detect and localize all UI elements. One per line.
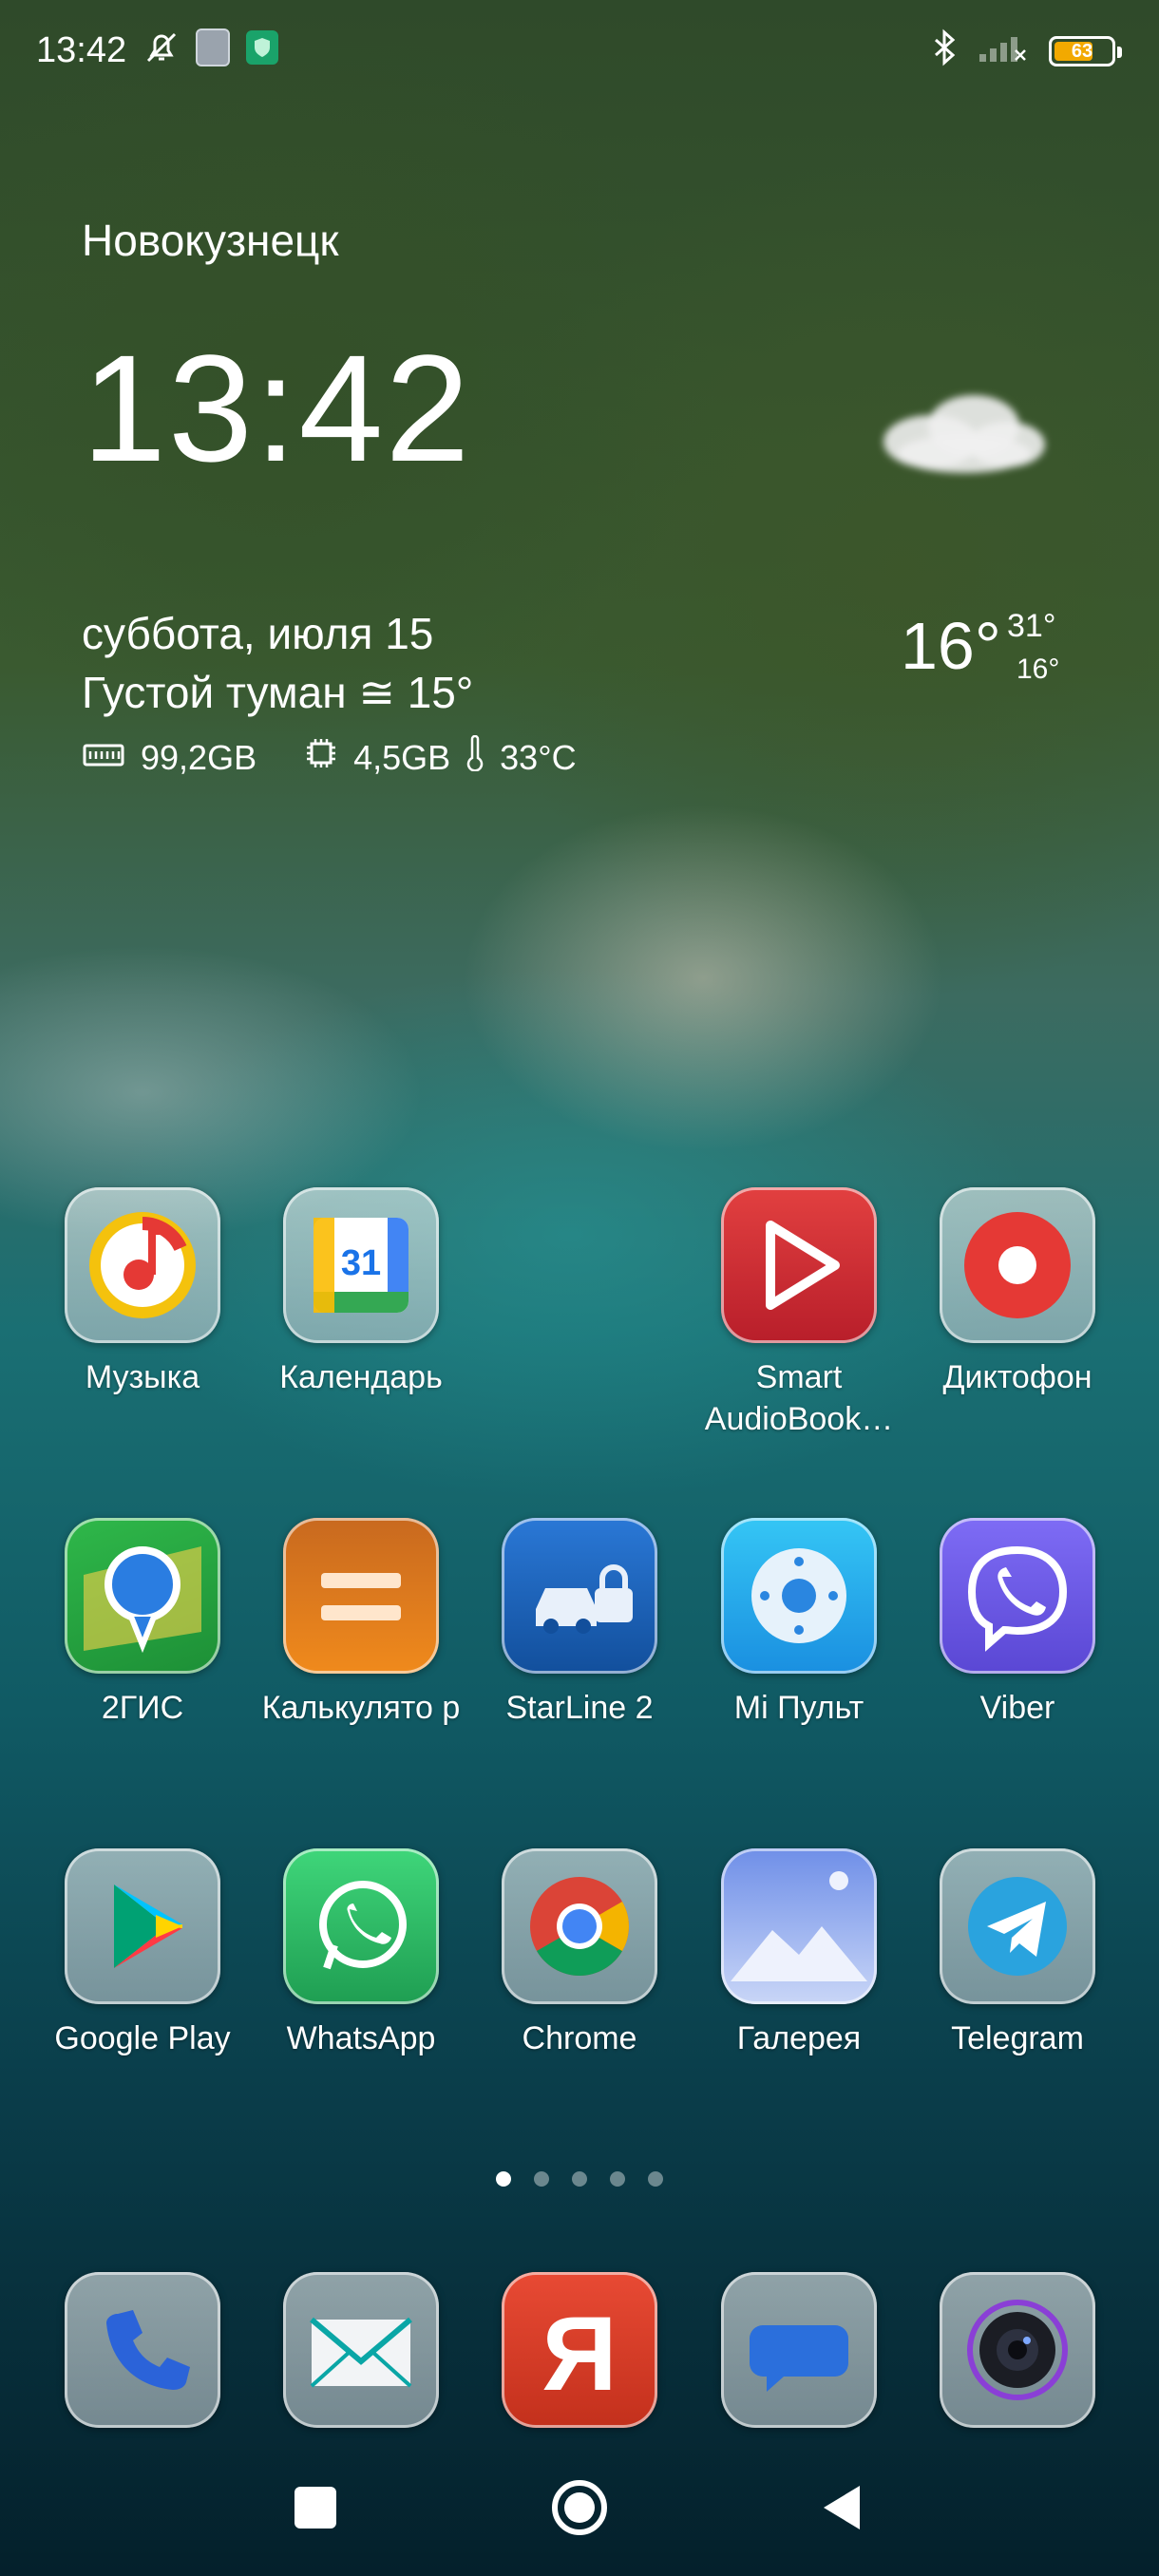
app-viber[interactable]: Viber [913,1518,1122,1729]
signal-icon [977,28,1028,66]
ram-chip-icon [304,736,338,779]
page-indicator[interactable] [0,2171,1159,2187]
app-label: WhatsApp [286,2020,436,2056]
page-dot[interactable] [572,2171,587,2187]
weather-condition-text: Густой туман [82,668,347,717]
viber-icon [940,1518,1095,1674]
svg-text:Я: Я [542,2296,617,2413]
temp-current: 16° [901,609,1001,683]
navigation-bar [0,2460,1159,2555]
battery-level: 63 [1071,41,1093,62]
app-google-play[interactable]: Google Play [38,1848,247,2059]
app-calendar[interactable]: 31 Календарь [256,1187,466,1398]
app-label: Chrome [522,2020,637,2056]
page-dot[interactable] [648,2171,663,2187]
mail-icon [283,2272,439,2428]
app-mi-remote[interactable]: Mi Пульт [694,1518,903,1729]
recorder-icon [940,1187,1095,1343]
calendar-icon: 31 [283,1187,439,1343]
status-time: 13:42 [36,30,127,70]
square-icon [294,2487,336,2529]
dock-mail[interactable] [256,2272,466,2428]
app-label: Галерея [736,2020,862,2056]
app-label: Google Play [54,2020,231,2056]
thermometer-icon [466,734,484,780]
starline-icon [502,1518,657,1674]
back-triangle-icon [824,2486,860,2529]
dock-yandex[interactable]: Я [475,2272,684,2428]
app-label: 2ГИС [101,1690,184,1726]
camera-icon [940,2272,1095,2428]
shield-icon [243,28,281,66]
bell-off-icon [141,28,182,66]
app-music[interactable]: Музыка [38,1187,247,1398]
app-whatsapp[interactable]: WhatsApp [256,1848,466,2059]
page-dot[interactable] [496,2171,511,2187]
dock-phone[interactable] [38,2272,247,2428]
weather-condition[interactable]: Густой туман ≅ 15° [82,667,473,718]
battery-icon: 63 [1049,36,1122,66]
sim-icon [194,28,232,66]
cpu-temp-value: 33°C [500,737,577,777]
ram-value: 4,5GB [353,737,451,777]
back-button[interactable] [794,2460,889,2555]
svg-text:31: 31 [341,1243,381,1283]
device-stats: 99,2GB 4,5GB 33°C [82,734,577,780]
2gis-icon [65,1518,220,1674]
weather-condition-temp: 15° [407,668,474,717]
app-label: Smart AudioBook… [704,1359,894,1437]
city-name[interactable]: Новокузнецк [82,215,339,266]
app-recorder[interactable]: Диктофон [913,1187,1122,1398]
bluetooth-icon [927,28,961,66]
widget-clock[interactable]: 13:42 [82,332,471,484]
app-calculator[interactable]: Калькулято р [256,1518,466,1729]
remote-icon [721,1518,877,1674]
app-smart-audiobook[interactable]: Smart AudioBook… [694,1187,903,1440]
app-chrome[interactable]: Chrome [475,1848,684,2059]
dock-messages[interactable] [694,2272,903,2428]
home-button[interactable] [532,2460,627,2555]
app-label: Калькулято р [261,1690,461,1726]
app-label: Музыка [85,1359,200,1395]
calculator-icon [283,1518,439,1674]
fog-icon: ≅ [358,668,408,717]
storage-value: 99,2GB [141,737,257,777]
widget-date[interactable]: суббота, июля 15 [82,608,433,659]
app-label: Telegram [951,2020,1084,2056]
phone-icon [65,2272,220,2428]
telegram-icon [940,1848,1095,2004]
gallery-icon [721,1848,877,2004]
app-telegram[interactable]: Telegram [913,1848,1122,2059]
home-circle-icon [552,2480,607,2535]
dock-camera[interactable] [913,2272,1122,2428]
app-starline[interactable]: StarLine 2 [475,1518,684,1729]
play-store-icon [65,1848,220,2004]
page-dot[interactable] [534,2171,549,2187]
app-label: Mi Пульт [733,1690,864,1726]
status-bar: 13:42 63 [0,0,1159,104]
audiobook-icon [721,1187,877,1343]
chrome-icon [502,1848,657,2004]
yandex-icon: Я [502,2272,657,2428]
recents-button[interactable] [268,2460,363,2555]
app-2gis[interactable]: 2ГИС [38,1518,247,1729]
temp-low: 16° [1016,653,1060,685]
app-label: Календарь [279,1359,443,1395]
music-icon [65,1187,220,1343]
storage-icon [82,738,125,778]
app-label: StarLine 2 [505,1690,654,1726]
messages-icon [721,2272,877,2428]
app-label: Диктофон [942,1359,1092,1395]
cloud-icon [864,380,1064,484]
app-gallery[interactable]: Галерея [694,1848,903,2059]
app-label: Viber [979,1690,1055,1726]
temp-high: 31° [1007,608,1056,644]
whatsapp-icon [283,1848,439,2004]
page-dot[interactable] [610,2171,625,2187]
